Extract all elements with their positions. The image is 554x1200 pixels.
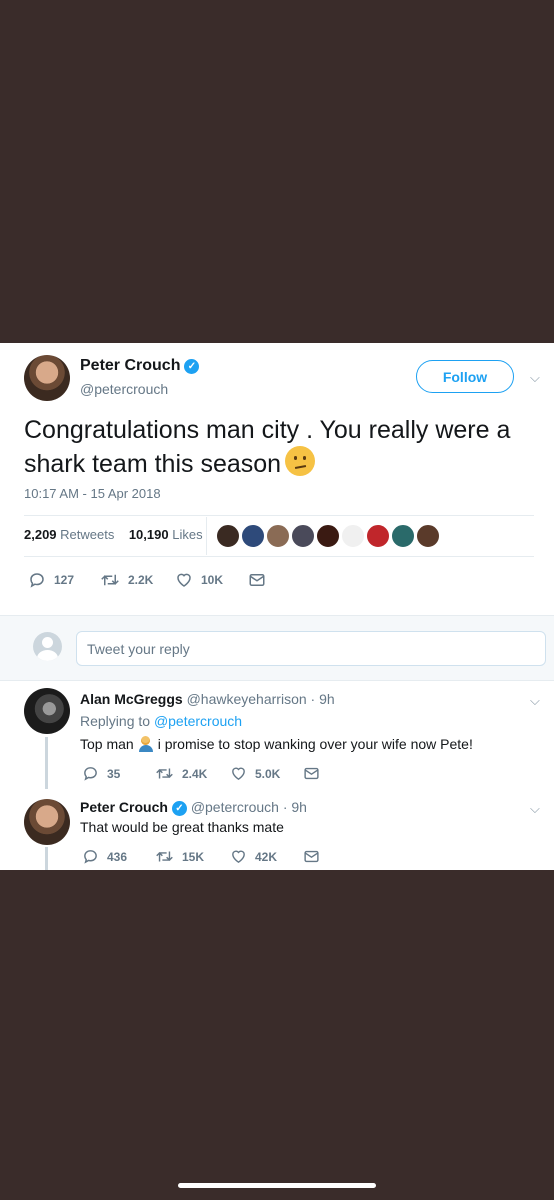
- divider: [24, 556, 534, 557]
- liker-avatar[interactable]: [291, 524, 315, 548]
- retweet-action[interactable]: 2.2K: [100, 571, 153, 589]
- message-action[interactable]: [248, 571, 274, 589]
- liker-avatar[interactable]: [266, 524, 290, 548]
- likes-count: 10,190: [128, 527, 169, 542]
- reply-action[interactable]: 35: [82, 765, 120, 782]
- engagement-stats: 2,209 Retweets 10,190 Likes: [24, 527, 203, 542]
- reply-author-name[interactable]: Peter Crouch: [80, 799, 168, 815]
- message-action[interactable]: [303, 848, 328, 865]
- retweet-icon: [156, 851, 173, 862]
- retweet-action[interactable]: 2.4K: [155, 765, 207, 782]
- divider: [24, 515, 534, 516]
- tweet-text-content: Congratulations man city . You really we…: [24, 416, 511, 478]
- user-avatar: [33, 632, 62, 661]
- chevron-down-icon[interactable]: ⌵: [530, 370, 540, 386]
- reply-count: 436: [107, 849, 128, 864]
- like-icon: [232, 850, 245, 864]
- like-action[interactable]: 10K: [175, 571, 223, 589]
- liker-avatar[interactable]: [241, 524, 265, 548]
- raising-hand-emoji-icon: [138, 736, 154, 752]
- likes-stat[interactable]: 10,190 Likes: [129, 527, 203, 542]
- tweet-reply-input[interactable]: [76, 631, 546, 666]
- reply-text-start: Top man: [80, 736, 134, 752]
- author-name[interactable]: Peter Crouch ✓: [80, 357, 200, 375]
- reply-icon: [84, 767, 97, 781]
- like-action[interactable]: 5.0K: [230, 765, 280, 782]
- liker-avatar[interactable]: [366, 524, 390, 548]
- tweet-card: Peter Crouch ✓ @petercrouch Follow ⌵ Cong…: [0, 343, 554, 870]
- reply-action[interactable]: 127: [28, 571, 74, 589]
- confused-face-emoji-icon: [285, 446, 316, 476]
- reply-author[interactable]: Alan McGreggs @hawkeyeharrison · 9h: [80, 691, 335, 707]
- like-action[interactable]: 42K: [230, 848, 277, 865]
- verified-badge-icon: ✓: [171, 801, 187, 816]
- replying-to-link[interactable]: @petercrouch: [154, 713, 242, 729]
- liker-avatar[interactable]: [216, 524, 240, 548]
- reply-count: 127: [54, 573, 75, 587]
- thread-line: [45, 847, 48, 870]
- message-action[interactable]: [303, 765, 328, 782]
- reply-action[interactable]: 436: [82, 848, 127, 865]
- reply-author-handle[interactable]: @petercrouch · 9h: [191, 799, 307, 815]
- like-count: 42K: [255, 849, 278, 864]
- retweets-count: 2,209: [24, 527, 57, 542]
- retweet-icon: [101, 574, 119, 586]
- chevron-down-icon[interactable]: ⌵: [530, 801, 540, 817]
- replying-to: Replying to @petercrouch: [80, 713, 242, 729]
- replying-to-prefix: Replying to: [80, 713, 151, 729]
- verified-badge-icon: ✓: [184, 359, 200, 374]
- reply-count: 35: [107, 766, 121, 781]
- message-icon: [249, 574, 265, 586]
- thread-line: [45, 737, 48, 789]
- author-avatar[interactable]: [24, 355, 70, 401]
- likes-label: Likes: [172, 527, 203, 542]
- tweet-timestamp[interactable]: 10:17 AM - 15 Apr 2018: [24, 486, 161, 501]
- chevron-down-icon[interactable]: ⌵: [530, 693, 540, 709]
- retweet-count: 2.2K: [128, 573, 154, 587]
- author-name-text[interactable]: Peter Crouch: [80, 357, 180, 374]
- liker-avatar[interactable]: [316, 524, 340, 548]
- reply-author-name[interactable]: Alan McGreggs: [80, 691, 183, 707]
- reply-author[interactable]: Peter Crouch ✓ @petercrouch · 9h: [80, 799, 307, 816]
- like-icon: [232, 767, 245, 781]
- like-icon: [177, 573, 191, 587]
- tweet-text: Congratulations man city . You really we…: [24, 415, 534, 480]
- liker-avatar[interactable]: [416, 524, 440, 548]
- reply-avatar[interactable]: [24, 688, 70, 734]
- reply-author-handle[interactable]: @hawkeyeharrison · 9h: [187, 691, 335, 707]
- liker-avatar[interactable]: [391, 524, 415, 548]
- retweet-count: 2.4K: [182, 766, 208, 781]
- reply-text: That would be great thanks mate: [80, 819, 284, 835]
- like-count: 10K: [201, 573, 224, 587]
- like-count: 5.0K: [255, 766, 281, 781]
- reply-text-end: i promise to stop wanking over your wife…: [157, 736, 473, 752]
- retweets-label: Retweets: [60, 527, 115, 542]
- author-handle[interactable]: @petercrouch: [80, 381, 168, 397]
- retweet-action[interactable]: 15K: [155, 848, 204, 865]
- stats-divider: [206, 517, 207, 555]
- retweets-stat[interactable]: 2,209 Retweets: [24, 527, 114, 542]
- retweet-count: 15K: [182, 849, 205, 864]
- reply-icon: [84, 850, 97, 864]
- reply-bar: [0, 615, 554, 681]
- reply-avatar[interactable]: [24, 799, 70, 845]
- retweet-icon: [156, 768, 173, 779]
- message-icon: [304, 850, 319, 863]
- reply-icon: [30, 573, 44, 588]
- message-icon: [304, 767, 319, 780]
- home-indicator[interactable]: [178, 1183, 376, 1188]
- reply-text: Top man i promise to stop wanking over yo…: [80, 736, 473, 752]
- follow-button[interactable]: Follow: [416, 360, 514, 393]
- liker-avatar[interactable]: [341, 524, 365, 548]
